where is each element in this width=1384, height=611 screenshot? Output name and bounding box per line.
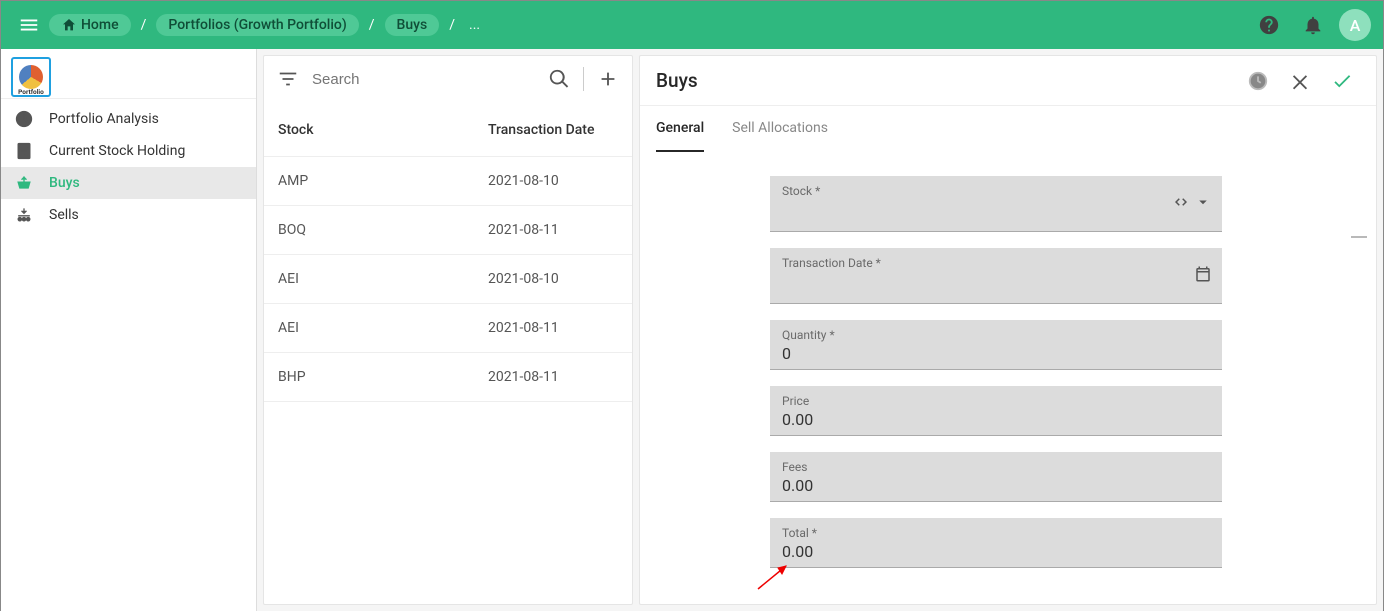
list-header: Stock Transaction Date (264, 102, 632, 157)
col-stock-header: Stock (278, 122, 488, 138)
crumb-portfolios-label: Portfolios (Growth Portfolio) (168, 17, 346, 33)
field-value: 0.00 (782, 408, 1210, 429)
list-row[interactable]: AEI 2021-08-10 (264, 255, 632, 304)
add-icon[interactable] (592, 63, 624, 95)
crumb-sep: / (445, 17, 459, 33)
search-icon[interactable] (543, 63, 575, 95)
history-icon[interactable] (1240, 63, 1276, 99)
menu-icon[interactable] (9, 5, 49, 45)
cell-stock: AEI (278, 271, 488, 287)
crumb-buys[interactable]: Buys (385, 14, 440, 36)
code-icon[interactable] (1172, 193, 1190, 215)
calendar-icon[interactable] (1194, 265, 1212, 287)
divider (583, 67, 584, 91)
detail-title: Buys (656, 69, 698, 92)
cell-stock: BHP (278, 369, 488, 385)
field-quantity[interactable]: Quantity * 0 (770, 320, 1222, 370)
field-label: Fees (782, 460, 1210, 474)
sidebar-item-label: Current Stock Holding (49, 143, 185, 159)
crumb-home[interactable]: Home (49, 14, 131, 36)
confirm-icon[interactable] (1324, 63, 1360, 99)
cell-date: 2021-08-11 (488, 320, 618, 336)
sidebar-header: Portfolio (1, 49, 256, 99)
field-total[interactable]: Total * 0.00 (770, 518, 1222, 568)
scrollbar[interactable] (1351, 236, 1367, 356)
sell-icon (13, 204, 35, 226)
field-stock[interactable]: Stock * (770, 176, 1222, 232)
list-row[interactable]: AMP 2021-08-10 (264, 157, 632, 206)
cell-date: 2021-08-10 (488, 271, 618, 287)
crumb-buys-label: Buys (397, 17, 428, 33)
cell-date: 2021-08-11 (488, 222, 618, 238)
search-input[interactable] (312, 71, 535, 88)
form-area: Stock * Transaction Date * Quantity * 0 … (640, 152, 1376, 604)
field-transaction-date[interactable]: Transaction Date * (770, 248, 1222, 304)
sidebar-item-label: Buys (49, 175, 80, 191)
crumb-sep: / (137, 17, 151, 33)
avatar[interactable]: A (1339, 9, 1371, 41)
crumb-home-label: Home (81, 17, 119, 33)
field-fees[interactable]: Fees 0.00 (770, 452, 1222, 502)
list-panel: Stock Transaction Date AMP 2021-08-10 BO… (263, 55, 633, 605)
field-value: 0.00 (782, 540, 1210, 561)
detail-panel: Buys General Sell Allocations Stock * (639, 55, 1377, 605)
crumb-portfolios[interactable]: Portfolios (Growth Portfolio) (156, 14, 358, 36)
cell-stock: AMP (278, 173, 488, 189)
sidebar-item-analysis[interactable]: Portfolio Analysis (1, 103, 256, 135)
avatar-initial: A (1350, 16, 1361, 35)
field-price[interactable]: Price 0.00 (770, 386, 1222, 436)
field-label: Total * (782, 526, 1210, 540)
field-label: Price (782, 394, 1210, 408)
close-icon[interactable] (1282, 63, 1318, 99)
crumb-ellipsis: ... (465, 17, 484, 33)
piechart-icon (13, 108, 35, 130)
field-label: Transaction Date * (782, 256, 1210, 270)
sidebar-item-label: Portfolio Analysis (49, 111, 159, 127)
sidebar-item-holding[interactable]: Current Stock Holding (1, 135, 256, 167)
tab-sell-allocations[interactable]: Sell Allocations (732, 106, 828, 152)
cell-date: 2021-08-11 (488, 369, 618, 385)
col-date-header: Transaction Date (488, 122, 618, 138)
chevron-down-icon[interactable] (1194, 193, 1212, 215)
breadcrumb: Home / Portfolios (Growth Portfolio) / B… (49, 14, 484, 36)
sidebar-item-label: Sells (49, 207, 79, 223)
field-label: Quantity * (782, 328, 1210, 342)
buy-icon (13, 172, 35, 194)
bell-icon[interactable] (1295, 7, 1331, 43)
list-row[interactable]: BOQ 2021-08-11 (264, 206, 632, 255)
cell-date: 2021-08-10 (488, 173, 618, 189)
sidebar-item-buys[interactable]: Buys (1, 167, 256, 199)
list-row[interactable]: BHP 2021-08-11 (264, 353, 632, 402)
document-icon (13, 140, 35, 162)
field-label: Stock * (782, 184, 1210, 198)
cell-stock: AEI (278, 320, 488, 336)
list-row[interactable]: AEI 2021-08-11 (264, 304, 632, 353)
field-value: 0.00 (782, 474, 1210, 495)
crumb-sep: / (365, 17, 379, 33)
help-icon[interactable] (1251, 7, 1287, 43)
tabs: General Sell Allocations (640, 106, 1376, 152)
filter-icon[interactable] (272, 63, 304, 95)
topbar: Home / Portfolios (Growth Portfolio) / B… (1, 1, 1383, 49)
sidebar: Portfolio Portfolio Analysis Current Sto… (1, 49, 257, 611)
tab-general[interactable]: General (656, 106, 704, 152)
portfolio-logo[interactable]: Portfolio (11, 57, 51, 97)
sidebar-item-sells[interactable]: Sells (1, 199, 256, 231)
field-value: 0 (782, 342, 1210, 363)
cell-stock: BOQ (278, 222, 488, 238)
